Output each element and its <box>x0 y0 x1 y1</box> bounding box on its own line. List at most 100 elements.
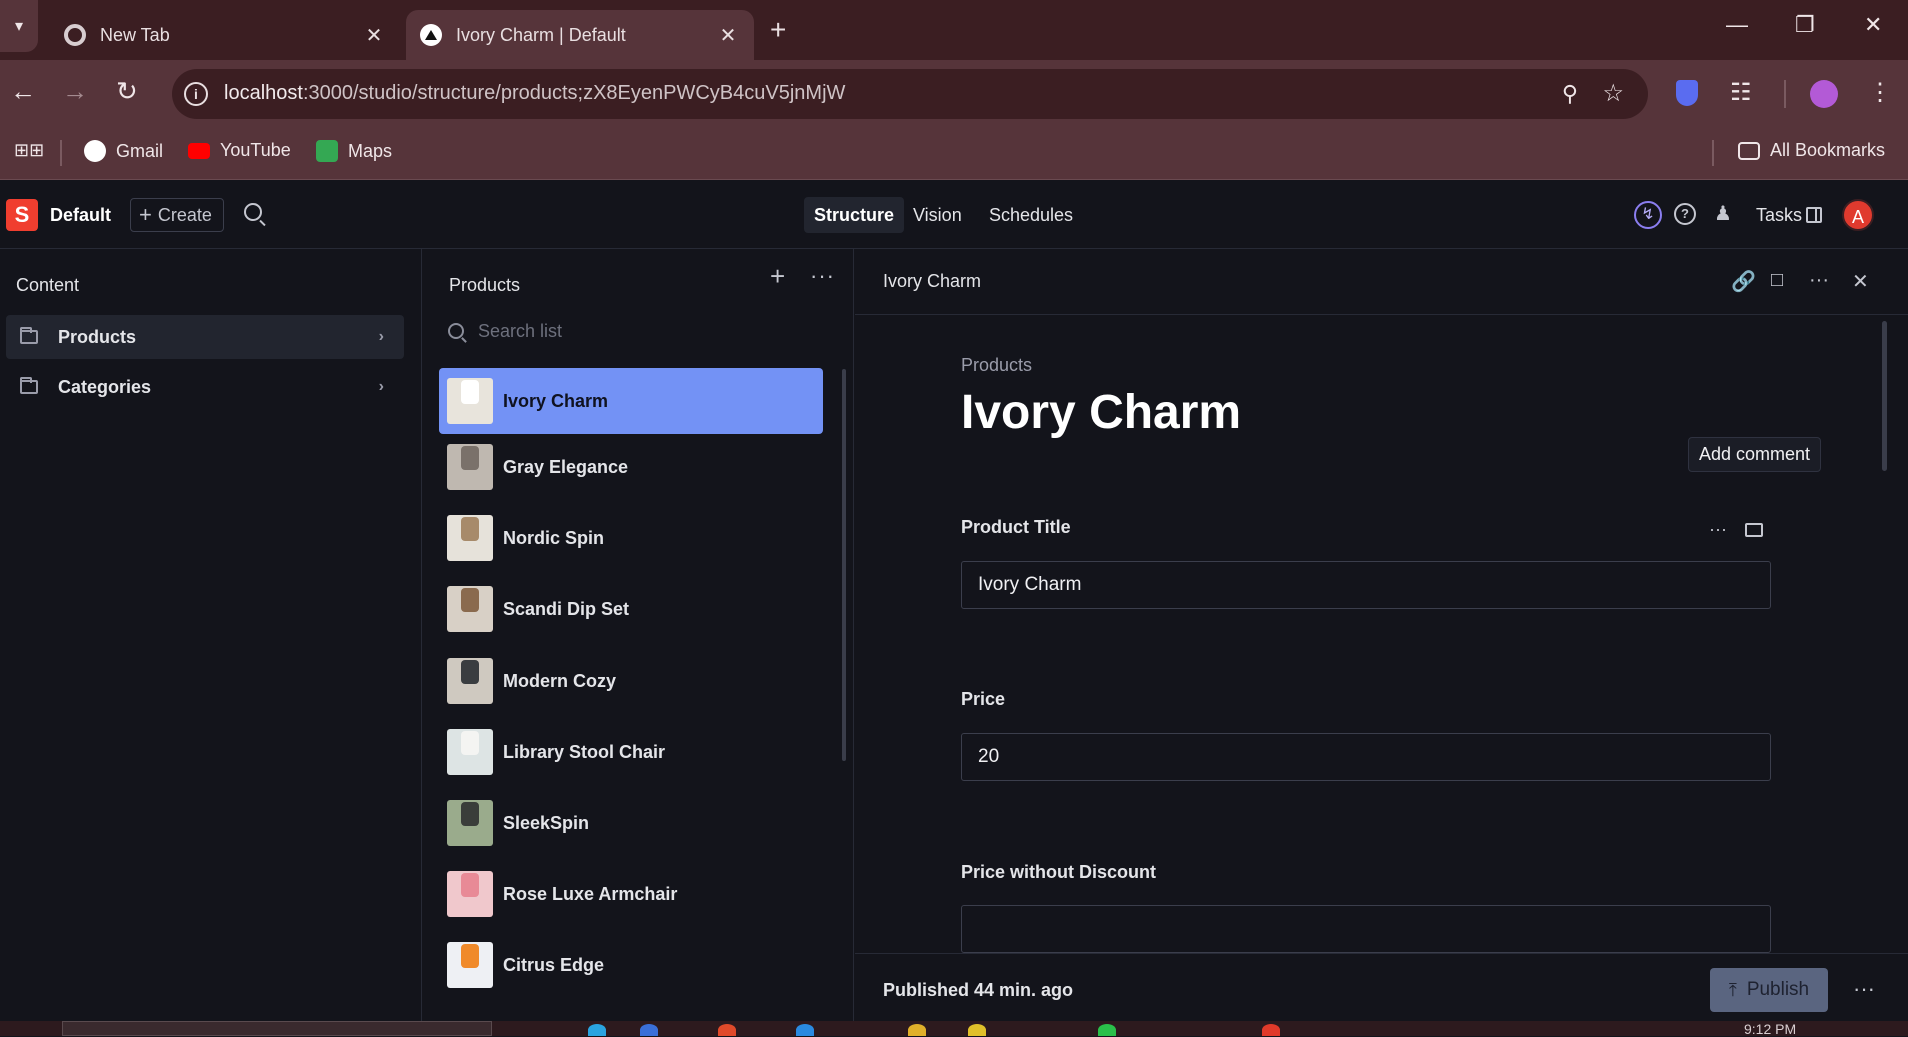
search-list-input[interactable] <box>478 320 798 342</box>
content-pane: Content Products › Categories › <box>0 249 422 1021</box>
bolt-icon[interactable]: ↯ <box>1634 201 1662 229</box>
all-bookmarks[interactable]: All Bookmarks <box>1738 140 1885 161</box>
chrome-menu-icon[interactable]: ⋮ <box>1868 78 1892 107</box>
field-more-icon[interactable]: ··· <box>1709 519 1727 540</box>
taskbar-app-icon[interactable] <box>588 1024 606 1036</box>
minimize-button[interactable]: — <box>1726 12 1748 38</box>
content-item-products[interactable]: Products › <box>6 315 404 359</box>
user-avatar[interactable]: A <box>1842 199 1874 231</box>
product-item[interactable]: Nordic Spin <box>439 505 823 571</box>
site-info-icon[interactable]: i <box>184 82 208 106</box>
folder-icon <box>20 377 38 394</box>
url-text[interactable]: localhost:3000/studio/structure/products… <box>224 82 845 105</box>
plus-icon: + <box>139 202 152 227</box>
help-icon[interactable]: ? <box>1674 203 1696 225</box>
tab-title: Ivory Charm | Default <box>456 24 626 45</box>
product-item[interactable]: Gray Elegance <box>439 434 823 500</box>
product-list-scrollbar[interactable] <box>842 369 846 761</box>
chevron-right-icon: › <box>378 378 384 395</box>
sidebar-panel-icon[interactable] <box>1806 207 1822 223</box>
create-button[interactable]: + Create <box>130 198 224 232</box>
document-footer: Published 44 min. ago ⤒ Publish ··· <box>855 953 1908 1021</box>
search-list <box>446 311 826 351</box>
new-tab-button[interactable]: + <box>770 14 786 46</box>
reload-button[interactable]: ↻ <box>116 76 138 107</box>
add-document-button[interactable]: + <box>770 261 785 292</box>
tab-ivory-charm[interactable]: Ivory Charm | Default ✕ <box>406 10 754 60</box>
price-input[interactable] <box>961 733 1771 781</box>
taskbar-app-icon[interactable] <box>1098 1024 1116 1036</box>
chair-icon <box>461 446 479 470</box>
sanity-studio: S Default + Create Structure Vision Sche… <box>0 181 1908 1021</box>
restore-button[interactable]: ❐ <box>1795 12 1815 38</box>
product-item-label: Nordic Spin <box>503 527 605 548</box>
bookmark-maps[interactable]: Maps <box>316 140 392 162</box>
product-item[interactable]: Library Stool Chair <box>439 719 823 785</box>
chair-icon <box>461 660 479 684</box>
document-scrollbar[interactable] <box>1882 321 1887 471</box>
bookmarks-bar: ⊞⊞ Gmail YouTube Maps All Bookmarks <box>0 126 1908 180</box>
close-icon[interactable]: ✕ <box>1852 269 1869 294</box>
more-options-icon[interactable]: ··· <box>1809 269 1829 292</box>
content-pane-title: Content <box>16 275 80 295</box>
link-icon[interactable]: 🔗 <box>1731 269 1756 294</box>
tab-schedules[interactable]: Schedules <box>979 197 1083 233</box>
tab-search-dropdown[interactable]: ▾ <box>0 0 38 52</box>
profile-avatar[interactable] <box>1810 80 1838 108</box>
product-item[interactable]: Citrus Edge <box>439 932 823 998</box>
tab-structure[interactable]: Structure <box>804 197 905 233</box>
bookmark-gmail[interactable]: Gmail <box>84 140 163 162</box>
search-icon[interactable] <box>244 203 262 221</box>
maps-icon <box>316 140 338 162</box>
extensions-puzzle-icon[interactable]: ☷ <box>1730 78 1752 107</box>
content-item-categories[interactable]: Categories › <box>6 365 404 409</box>
product-item[interactable]: Modern Cozy <box>439 648 823 714</box>
back-button[interactable]: ← <box>10 76 36 107</box>
taskbar-app-icon[interactable] <box>796 1024 814 1036</box>
product-title-input[interactable] <box>961 561 1771 609</box>
price-without-discount-input[interactable] <box>961 905 1771 953</box>
publish-button[interactable]: ⤒ Publish <box>1710 968 1828 1012</box>
extension-shield-icon[interactable] <box>1676 80 1698 106</box>
product-item[interactable]: Ivory Charm <box>439 368 823 434</box>
bookmarks-divider <box>1712 140 1714 166</box>
youtube-icon <box>188 142 210 159</box>
taskbar-app-icon[interactable] <box>908 1024 926 1036</box>
taskbar-app-icon[interactable] <box>718 1024 736 1036</box>
studio-logo[interactable]: S <box>6 199 38 231</box>
taskbar-search[interactable] <box>62 1021 492 1036</box>
taskbar-app-icon[interactable] <box>1262 1024 1280 1036</box>
tab-vision[interactable]: Vision <box>903 197 972 233</box>
apps-grid-icon[interactable]: ⊞⊞ <box>14 140 44 161</box>
zoom-icon[interactable]: ⚲ <box>1562 81 1578 107</box>
tab-close-icon[interactable]: ✕ <box>362 23 386 48</box>
studio-navbar: S Default + Create Structure Vision Sche… <box>0 181 1908 249</box>
folder-icon <box>1738 141 1760 160</box>
address-bar[interactable]: i localhost:3000/studio/structure/produc… <box>172 69 1648 119</box>
bookmark-star-icon[interactable]: ☆ <box>1602 79 1624 108</box>
document-breadcrumb[interactable]: Products <box>961 355 1032 376</box>
toolbar-divider <box>1784 80 1786 108</box>
product-item[interactable]: Rose Luxe Armchair <box>439 861 823 927</box>
product-item-label: Gray Elegance <box>503 456 629 477</box>
document-header-title: Ivory Charm <box>883 271 982 291</box>
product-item-label: Scandi Dip Set <box>503 598 630 619</box>
more-options-icon[interactable]: ··· <box>810 263 835 289</box>
product-item[interactable]: SleekSpin <box>439 790 823 856</box>
taskbar-app-icon[interactable] <box>968 1024 986 1036</box>
product-item-label: SleekSpin <box>503 812 590 833</box>
workspace-name[interactable]: Default <box>50 205 111 226</box>
tasks-button[interactable]: Tasks <box>1756 205 1802 226</box>
close-window-button[interactable]: ✕ <box>1864 12 1882 38</box>
tab-new-tab[interactable]: New Tab ✕ <box>50 10 400 60</box>
tab-close-icon[interactable]: ✕ <box>716 23 740 48</box>
add-comment-icon[interactable] <box>1745 523 1763 537</box>
os-taskbar: 9:12 PM <box>0 1021 1908 1037</box>
forward-button[interactable]: → <box>62 76 88 107</box>
taskbar-app-icon[interactable] <box>640 1024 658 1036</box>
document-actions-more-icon[interactable]: ··· <box>1853 976 1875 1002</box>
comment-icon[interactable]: □ <box>1771 269 1783 292</box>
product-item[interactable]: Scandi Dip Set <box>439 576 823 642</box>
bookmark-youtube[interactable]: YouTube <box>188 140 291 161</box>
people-icon[interactable]: ♟ <box>1714 201 1732 226</box>
